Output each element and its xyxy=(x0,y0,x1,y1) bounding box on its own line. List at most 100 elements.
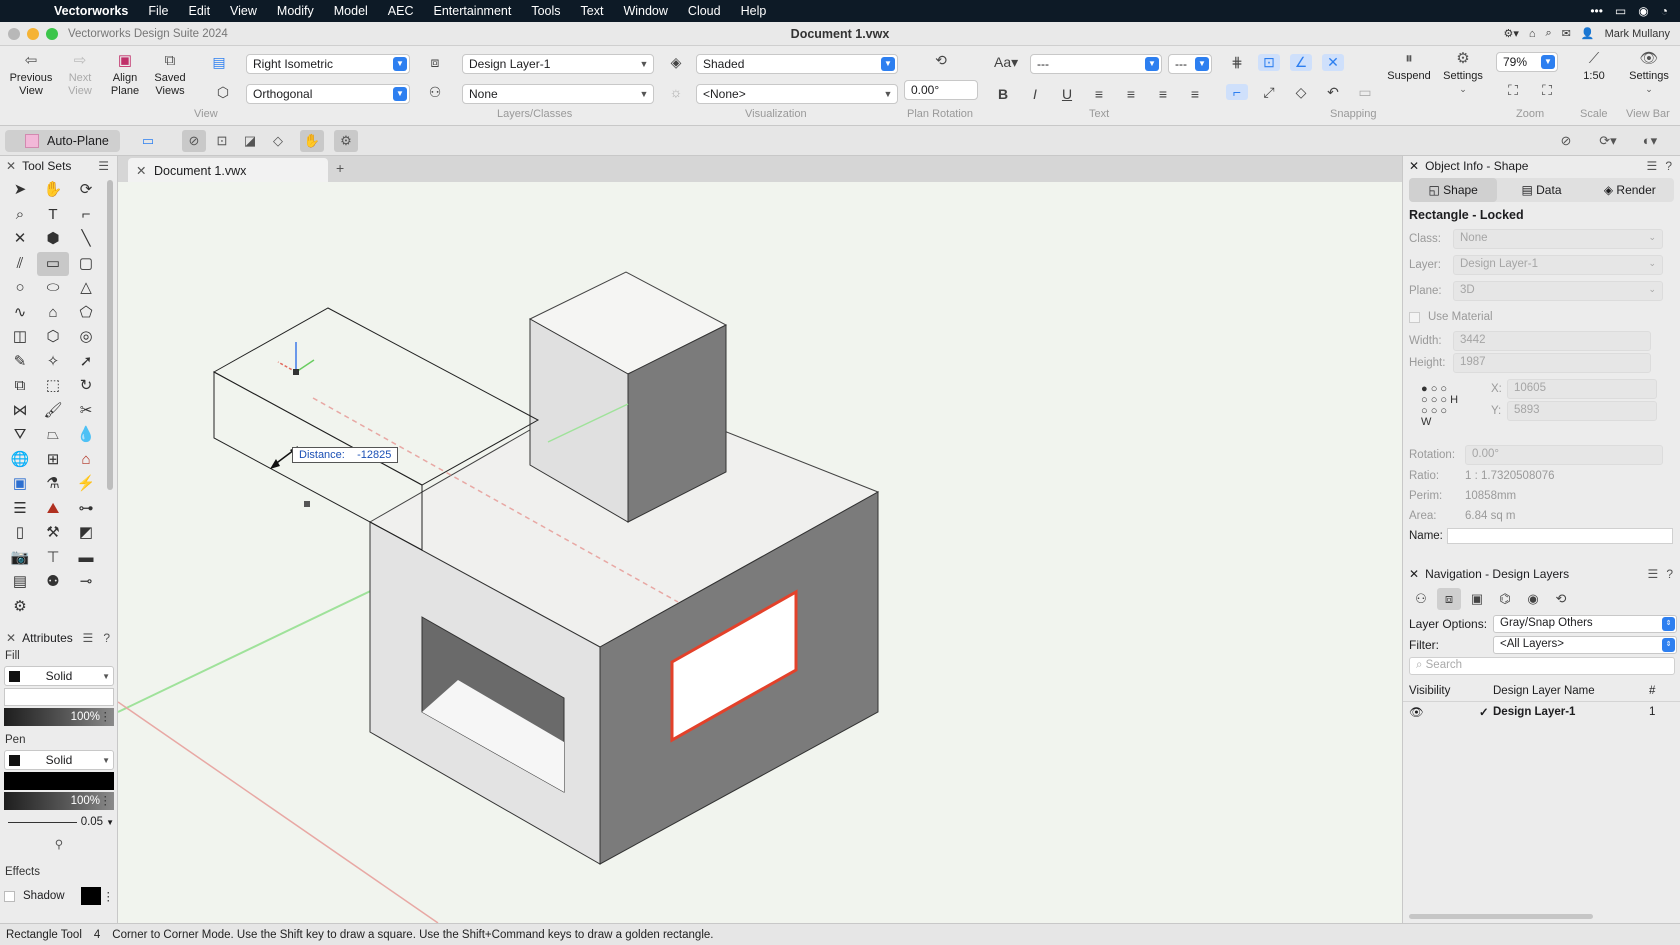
window-close-button[interactable] xyxy=(8,27,20,40)
menu-modify[interactable]: Modify xyxy=(267,4,324,18)
render-mode-dropdown[interactable]: Shaded ▼ xyxy=(696,54,898,74)
zoom-fit-icon[interactable]: ⛶ xyxy=(1502,82,1524,99)
lighting-icon[interactable]: ☼ xyxy=(665,84,687,100)
snap-surface-icon[interactable]: ◇ xyxy=(1290,84,1312,101)
bold-icon[interactable]: B xyxy=(992,86,1014,102)
projection-icon[interactable]: ⬡ xyxy=(212,84,234,101)
home-icon[interactable]: ⌂ xyxy=(1529,28,1536,40)
menu-view[interactable]: View xyxy=(220,4,267,18)
visibility-tool-icon[interactable]: ➚ xyxy=(70,350,102,375)
view-projection-dropdown[interactable]: Right Isometric ▼ xyxy=(246,54,410,74)
design-layer-dropdown[interactable]: Design Layer-1 ▼ xyxy=(462,54,654,74)
previous-view-button[interactable]: ⇦ Previous View xyxy=(6,53,56,98)
close-icon[interactable]: ✕ xyxy=(1409,567,1419,581)
reshape-tool-icon[interactable]: ⬚ xyxy=(37,374,69,399)
classes-icon[interactable]: ⚇ xyxy=(1409,588,1433,610)
next-view-button[interactable]: ⇨ Next View xyxy=(60,53,100,98)
line-tool-icon[interactable]: ╲ xyxy=(70,227,102,252)
trim-tool-icon[interactable]: ⋈ xyxy=(4,399,36,424)
rounded-rectangle-tool-icon[interactable]: ▢ xyxy=(70,252,102,277)
grid-tool-icon[interactable]: ⊞ xyxy=(37,448,69,473)
truss-tool-icon[interactable]: ⊶ xyxy=(70,497,102,522)
hand-mode-icon[interactable]: ✋ xyxy=(300,130,324,152)
tab-data[interactable]: ▤ Data xyxy=(1497,178,1585,202)
spiral-tool-icon[interactable]: ◎ xyxy=(70,325,102,350)
search-icon[interactable]: ⌕ xyxy=(1546,27,1552,40)
edge-mode-icon[interactable]: ◪ xyxy=(238,130,262,152)
scale-button[interactable]: ⟋ 1:50 xyxy=(1574,51,1614,83)
tool-sets-scrollbar[interactable] xyxy=(107,180,113,490)
sheet-layers-icon[interactable]: ▣ xyxy=(1465,588,1489,610)
menu-model[interactable]: Model xyxy=(324,4,378,18)
display-options-icon[interactable]: ◐▾ xyxy=(1638,130,1662,152)
working-plane-icon[interactable]: ⟳▾ xyxy=(1596,130,1620,152)
eye-icon[interactable]: 👁 xyxy=(1409,705,1479,719)
mirror-tool-icon[interactable]: ⧉ xyxy=(4,374,36,399)
box-tool-icon[interactable]: ▤ xyxy=(4,570,36,595)
extrude-tool-icon[interactable]: ⏢ xyxy=(37,423,69,448)
menu-tools[interactable]: Tools xyxy=(521,4,570,18)
shadow-checkbox[interactable] xyxy=(4,890,15,902)
viewports-icon[interactable]: ⌬ xyxy=(1493,588,1517,610)
flyover-tool-icon[interactable]: ⟳ xyxy=(70,178,102,203)
document-tab[interactable]: ✕ Document 1.vwx xyxy=(128,158,328,182)
menu-file[interactable]: File xyxy=(138,4,178,18)
circle-tool-icon[interactable]: ○ xyxy=(4,276,36,301)
font-dropdown[interactable]: --- ▼ xyxy=(1030,54,1162,74)
tool-preferences-icon[interactable]: ⚙ xyxy=(334,130,358,152)
attribute-mapping-tool-icon[interactable]: ✧ xyxy=(37,350,69,375)
double-line-tool-icon[interactable]: ⫽ xyxy=(4,252,36,277)
menu-aec[interactable]: AEC xyxy=(378,4,424,18)
help-icon[interactable]: ? xyxy=(1665,159,1672,173)
help-icon[interactable]: ? xyxy=(103,631,110,645)
polygon-tool-icon[interactable]: ⬠ xyxy=(70,301,102,326)
menu-icon[interactable]: ☰ xyxy=(1648,567,1659,581)
tool-settings-icon[interactable]: ⚙ xyxy=(4,595,36,620)
close-icon[interactable]: ✕ xyxy=(6,631,16,645)
brush-tool-icon[interactable]: 🖌 xyxy=(37,399,69,424)
suspend-button[interactable]: ⏸ Suspend xyxy=(1384,51,1434,83)
more-icon[interactable]: ⋮ xyxy=(100,708,112,726)
pipe-tool-icon[interactable]: ⚗ xyxy=(37,472,69,497)
rotated-mode-icon[interactable]: ◇ xyxy=(266,130,290,152)
lighting-tool-icon[interactable]: ⚡ xyxy=(70,472,102,497)
eyedropper-tool-icon[interactable]: ✎ xyxy=(4,350,36,375)
corner-mode-icon[interactable]: ⊘ xyxy=(182,130,206,152)
building-tool-icon[interactable]: ⌂ xyxy=(70,448,102,473)
auto-plane-button[interactable]: Auto-Plane xyxy=(5,130,120,152)
wall-tool-icon[interactable]: ◫ xyxy=(4,325,36,350)
light-options-dropdown[interactable]: <None> ▼ xyxy=(696,84,898,104)
split-tool-icon[interactable]: ✂ xyxy=(70,399,102,424)
menu-icon[interactable]: ☰ xyxy=(98,159,109,173)
snap-settings-button[interactable]: ⚙ Settings ⌄ xyxy=(1438,51,1488,96)
menu-window[interactable]: Window xyxy=(613,4,677,18)
classes-icon[interactable]: ⚇ xyxy=(424,84,446,101)
references-icon[interactable]: ⟲ xyxy=(1549,588,1573,610)
ruler-tool-icon[interactable]: ▬ xyxy=(70,546,102,571)
projection-mode-dropdown[interactable]: Orthogonal ▼ xyxy=(246,84,410,104)
font-size-dropdown[interactable]: --- ▼ xyxy=(1168,54,1212,74)
menu-text[interactable]: Text xyxy=(571,4,614,18)
standard-views-icon[interactable]: ▤ xyxy=(208,54,230,71)
user-name[interactable]: Mark Mullany xyxy=(1605,28,1670,40)
push-pull-tool-icon[interactable]: ⬢ xyxy=(37,227,69,252)
rectangle-tool-icon[interactable]: ▭ xyxy=(37,251,69,276)
plug-tool-icon[interactable]: ⊸ xyxy=(70,570,102,595)
tab-render[interactable]: ◈ Render xyxy=(1586,178,1674,202)
zoom-dropdown[interactable]: 79% ▼ xyxy=(1496,52,1558,72)
siri-icon[interactable]: ◉ xyxy=(1638,4,1648,18)
oval-tool-icon[interactable]: ⬭ xyxy=(37,276,69,301)
center-mode-icon[interactable]: ⊡ xyxy=(210,130,234,152)
plan-rotation-icon[interactable]: ⟲ xyxy=(930,52,952,69)
pan-tool-icon[interactable]: ✋ xyxy=(37,178,69,203)
snap-smart-edge-icon[interactable]: ↶ xyxy=(1322,84,1344,101)
text-tool-icon[interactable]: T xyxy=(37,203,69,228)
snap-intersection-icon[interactable]: ✕ xyxy=(1322,54,1344,71)
stairs-tool-icon[interactable]: ☰ xyxy=(4,497,36,522)
drop-tool-icon[interactable]: 💧 xyxy=(70,423,102,448)
gear-icon[interactable]: ⚙▾ xyxy=(1503,27,1518,40)
hoist-tool-icon[interactable]: ⚒ xyxy=(37,521,69,546)
close-icon[interactable]: ✕ xyxy=(136,164,146,178)
rotate-tool-icon[interactable]: ↻ xyxy=(70,374,102,399)
fill-style-dropdown[interactable]: Solid ▼ xyxy=(4,666,114,686)
